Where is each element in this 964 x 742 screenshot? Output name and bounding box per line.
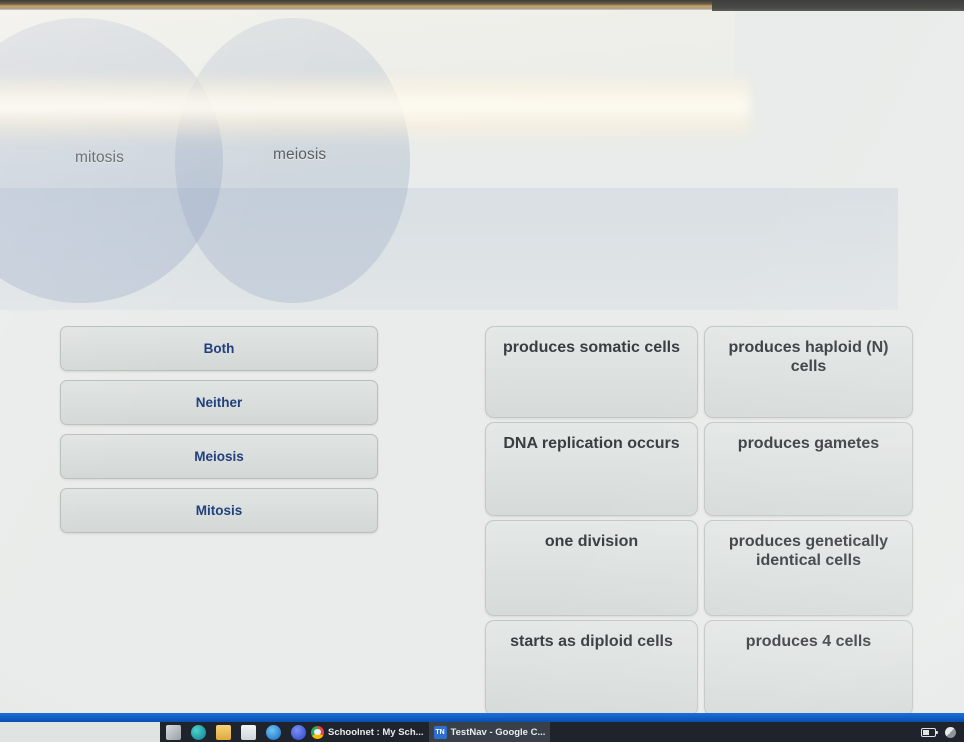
start-windows-icon[interactable]: [166, 724, 181, 740]
screen-photo: mitosis meiosis Both Neither Meiosis Mit…: [0, 0, 964, 742]
taskbar-window-testnav[interactable]: TN TestNav - Google C...: [428, 722, 551, 742]
trait-card-grid: produces somatic cells produces haploid …: [485, 326, 915, 716]
venn-label-meiosis: meiosis: [273, 146, 327, 163]
onedrive-icon[interactable]: [266, 724, 281, 740]
taskbar-system-tray: [921, 726, 964, 738]
venn-label-mitosis: mitosis: [75, 149, 124, 166]
trait-card-produces-4-cells[interactable]: produces 4 cells: [704, 620, 913, 716]
chrome-icon: [311, 725, 324, 739]
trait-card-one-division[interactable]: one division: [485, 520, 698, 616]
edge-browser-icon[interactable]: [191, 724, 206, 740]
microsoft-store-icon[interactable]: [241, 724, 256, 740]
trait-card-produces-gametes[interactable]: produces gametes: [704, 422, 913, 516]
teams-icon[interactable]: [291, 724, 306, 740]
windows-taskbar: Schoolnet : My Sch... TN TestNav - Googl…: [160, 722, 964, 742]
file-explorer-icon[interactable]: [216, 724, 231, 740]
taskbar-left-gap: [0, 722, 160, 742]
venn-diagram: mitosis meiosis: [0, 10, 964, 310]
taskbar-window-schoolnet[interactable]: Schoolnet : My Sch...: [306, 722, 429, 742]
taskbar-pinned-icons: [160, 724, 306, 740]
category-button-both[interactable]: Both: [60, 326, 378, 371]
category-list: Both Neither Meiosis Mitosis: [60, 326, 378, 542]
trait-card-produces-haploid-cells[interactable]: produces haploid (N) cells: [704, 326, 913, 418]
trait-card-dna-replication-occurs[interactable]: DNA replication occurs: [485, 422, 698, 516]
monitor-bezel-top-right: [712, 0, 964, 11]
category-button-neither[interactable]: Neither: [60, 380, 378, 425]
sync-status-icon[interactable]: [945, 726, 956, 738]
taskbar-window-schoolnet-label: Schoolnet : My Sch...: [328, 726, 424, 738]
testnav-icon: TN: [433, 725, 447, 739]
trait-card-starts-as-diploid-cells[interactable]: starts as diploid cells: [485, 620, 698, 716]
browser-window-border: [0, 713, 964, 722]
taskbar-window-testnav-label: TestNav - Google C...: [450, 726, 546, 738]
category-button-meiosis[interactable]: Meiosis: [60, 434, 378, 479]
battery-icon[interactable]: [921, 727, 938, 737]
trait-card-produces-somatic-cells[interactable]: produces somatic cells: [485, 326, 698, 418]
category-button-mitosis[interactable]: Mitosis: [60, 488, 378, 533]
trait-card-produces-genetically-identical-cells[interactable]: produces genetically identical cells: [704, 520, 913, 616]
